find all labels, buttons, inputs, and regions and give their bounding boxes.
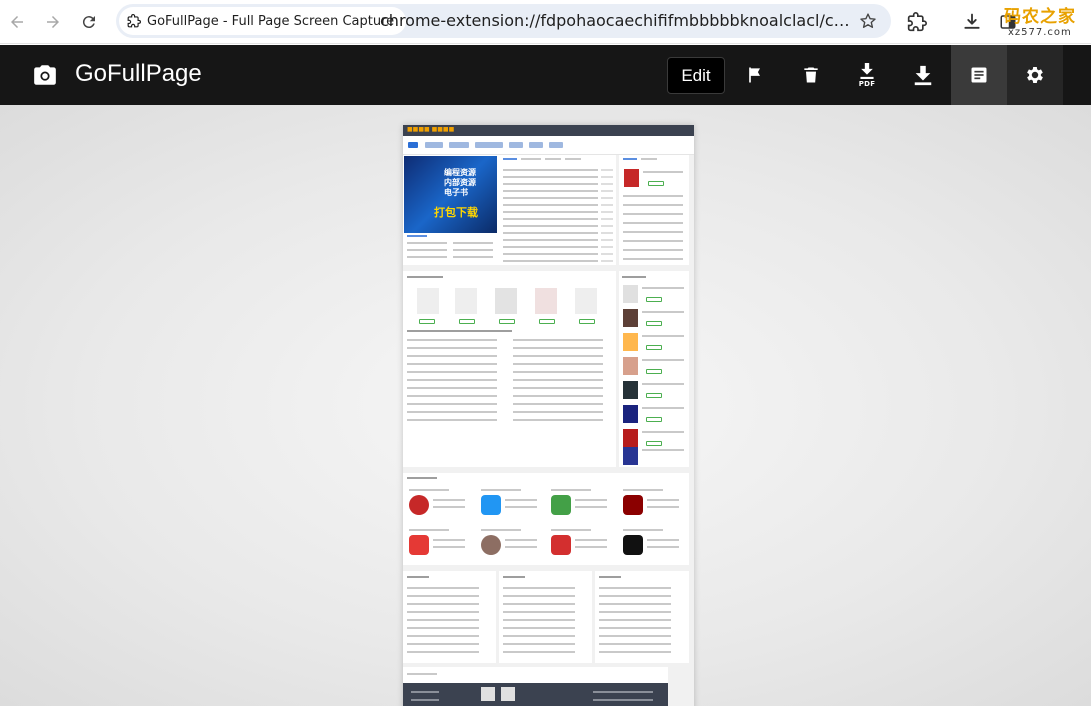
forward-button[interactable]	[39, 8, 67, 36]
captured-list-column-2	[499, 571, 592, 663]
banner-text: 编程资源 内部资源 电子书	[444, 168, 476, 197]
captured-links-bar	[403, 667, 668, 683]
captured-site-footer	[403, 683, 668, 706]
reload-icon	[82, 16, 95, 29]
extensions-button[interactable]	[905, 10, 929, 34]
settings-button[interactable]	[1007, 45, 1063, 105]
flag-icon	[749, 67, 760, 83]
address-bar[interactable]: GoFullPage - Full Page Screen Capture ch…	[116, 4, 891, 38]
download-icon	[914, 65, 932, 86]
captured-site-header: ■■■■ ■■■■	[403, 125, 694, 136]
capture-preview-area: ■■■■ ■■■■ 编程资源 内部资源 电子书 打包下载	[0, 105, 1091, 706]
download-pdf-button[interactable]: PDF	[839, 45, 895, 105]
gear-icon	[1027, 67, 1043, 83]
pdf-download-icon	[860, 62, 874, 79]
trash-icon	[804, 67, 818, 83]
app-title: GoFullPage	[75, 60, 202, 87]
downloads-button[interactable]	[960, 10, 984, 34]
extension-chip[interactable]: GoFullPage - Full Page Screen Capture	[119, 7, 407, 35]
app-header: GoFullPage Edit PDF	[0, 45, 1091, 105]
site-watermark: 码农之家 xz577.com	[1004, 8, 1088, 42]
document-view-button[interactable]	[951, 45, 1007, 105]
browser-toolbar: GoFullPage - Full Page Screen Capture ch…	[0, 0, 1091, 44]
arrow-left-icon	[11, 16, 23, 28]
extension-chip-label: GoFullPage - Full Page Screen Capture	[147, 13, 395, 29]
download-icon	[964, 13, 980, 29]
puzzle-icon	[907, 12, 927, 32]
camera-icon	[34, 65, 56, 85]
captured-page-image[interactable]: ■■■■ ■■■■ 编程资源 内部资源 电子书 打包下载	[403, 125, 694, 706]
captured-extensions-panel	[403, 473, 689, 565]
captured-site-nav	[403, 136, 694, 155]
watermark-domain: xz577.com	[1008, 27, 1072, 38]
captured-list-column-3	[595, 571, 689, 663]
captured-list-column-1	[403, 571, 496, 663]
url-text[interactable]: chrome-extension://fdpohaocaechififmbbbb…	[380, 11, 858, 30]
back-button[interactable]	[3, 8, 31, 36]
pdf-label: PDF	[858, 79, 876, 88]
captured-ebook-banner: 编程资源 内部资源 电子书 打包下载	[404, 156, 497, 233]
star-icon[interactable]	[859, 12, 877, 30]
edit-button[interactable]: Edit	[667, 57, 725, 94]
reload-button[interactable]	[75, 8, 103, 36]
delete-button[interactable]	[783, 45, 839, 105]
document-icon	[971, 67, 987, 83]
watermark-title: 码农之家	[1004, 7, 1076, 27]
puzzle-icon	[127, 14, 141, 28]
flag-button[interactable]	[727, 45, 783, 105]
download-image-button[interactable]	[895, 45, 951, 105]
arrow-right-icon	[47, 16, 59, 28]
banner-cta: 打包下载	[434, 206, 478, 219]
captured-site-logo: ■■■■ ■■■■	[407, 126, 455, 133]
